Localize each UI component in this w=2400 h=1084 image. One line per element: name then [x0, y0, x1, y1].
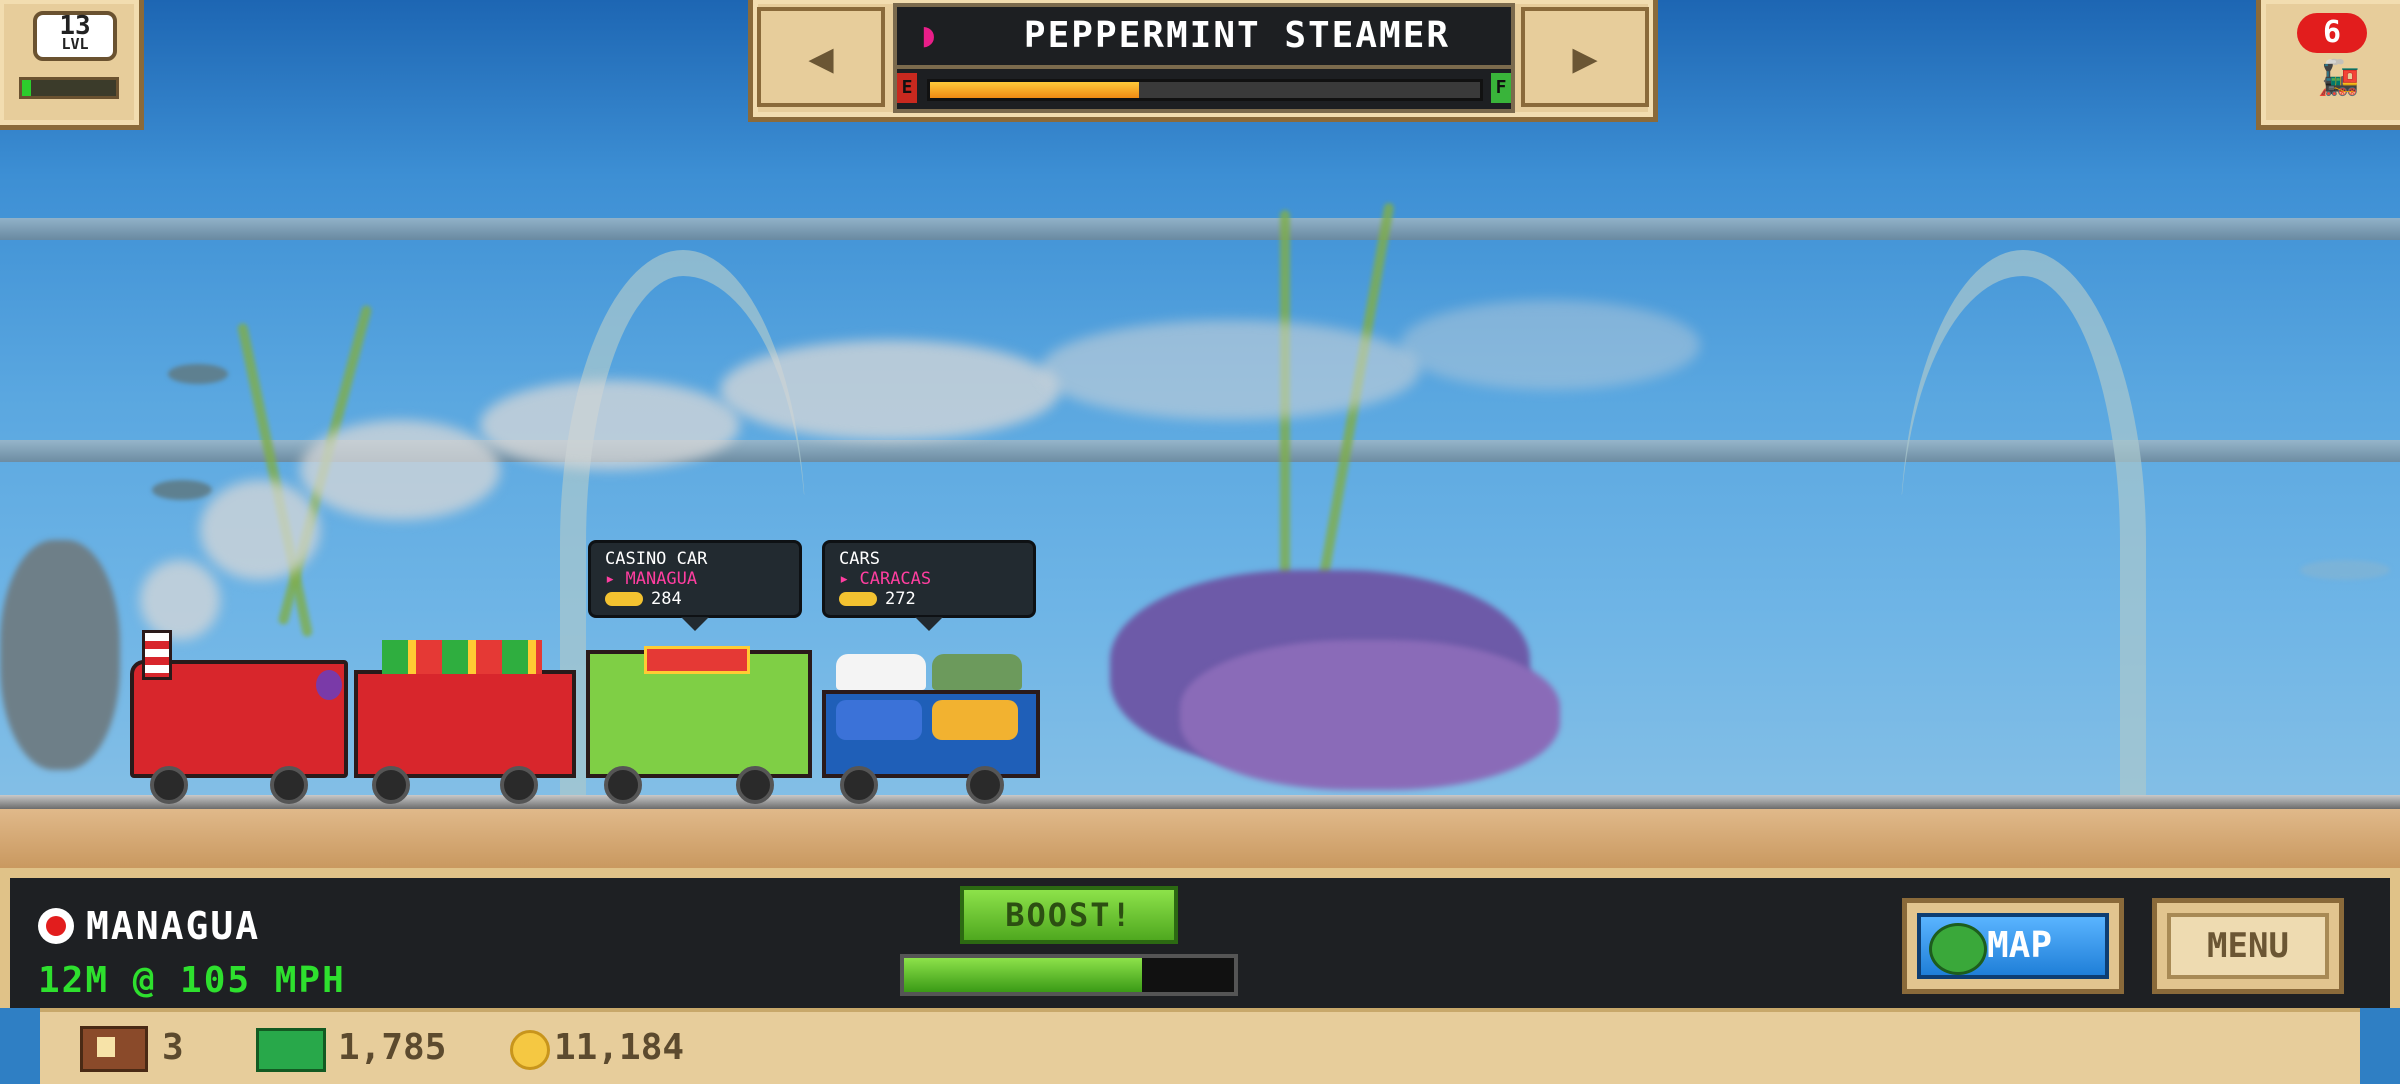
car-cargo [836, 654, 926, 690]
fuel-fill [930, 82, 1139, 98]
fuel-gauge: E F [893, 65, 1515, 113]
wheel [604, 766, 642, 804]
level-badge: 13 LVL [33, 11, 117, 61]
fuel-track [927, 79, 1483, 101]
trains-panel[interactable]: 6 🚂 [2256, 0, 2400, 130]
fish [152, 480, 212, 500]
smoke [480, 380, 740, 470]
map-button-face: MAP [1917, 913, 2109, 979]
map-label: MAP [1987, 925, 2053, 966]
coral-reef [1180, 640, 1560, 790]
gift-car[interactable] [354, 670, 576, 778]
wheel [372, 766, 410, 804]
cash-count: 1,785 [338, 1027, 447, 1068]
smoke [300, 420, 500, 520]
gift-boxes [382, 640, 542, 674]
crates-count: 3 [162, 1027, 184, 1068]
coin-stack-icon [605, 592, 643, 606]
prev-train-button[interactable]: ◀ [757, 7, 885, 107]
rock [0, 540, 120, 770]
boost-meter-fill [904, 958, 1142, 992]
car-cargo [932, 654, 1022, 690]
fuel-empty-label: E [897, 73, 917, 103]
level-label: LVL [61, 35, 89, 53]
glass-tunnel-top [0, 218, 2400, 240]
wheel [840, 766, 878, 804]
train[interactable] [120, 630, 1050, 804]
train-name-box: ◗ PEPPERMINT STEAMER [893, 3, 1515, 69]
cash-icon [256, 1028, 326, 1072]
boost-meter [900, 954, 1238, 996]
car-cargo [836, 700, 922, 740]
car-destination-row: ▸ MANAGUA [605, 569, 698, 589]
car-value: 284 [651, 589, 682, 609]
speed-readout: 12M @ 105 MPH [38, 960, 346, 1001]
xp-bar [19, 77, 119, 99]
chevron-left-icon: ◀ [808, 32, 834, 82]
map-button[interactable]: MAP [1902, 898, 2124, 994]
globe-icon [1929, 923, 1987, 975]
wheel [150, 766, 188, 804]
car-destination: CARACAS [859, 569, 932, 589]
chevron-right-icon: ▶ [1572, 32, 1598, 82]
status-hud: MANAGUA 12M @ 105 MPH BOOST! MAP MENU [0, 868, 2400, 1008]
engineer [316, 670, 342, 700]
smoke [200, 480, 320, 580]
next-train-button[interactable]: ▶ [1521, 7, 1649, 107]
fuel-full-label: F [1491, 73, 1511, 103]
smoke [1040, 320, 1420, 420]
coin-stack-icon [839, 592, 877, 606]
boost-button[interactable]: BOOST! [960, 886, 1178, 944]
car-type-label: CARS [839, 549, 880, 569]
tunnel-arch [1900, 250, 2146, 836]
train-type-icon: ◗ [918, 15, 940, 55]
smoke [140, 560, 220, 640]
wheel [736, 766, 774, 804]
coins-count: 11,184 [554, 1027, 685, 1068]
train-icon: 🚂 [2317, 58, 2361, 98]
ground [0, 809, 2400, 869]
car-value-row: 284 [605, 589, 785, 609]
car-cargo [932, 700, 1018, 740]
xp-bar-fill [22, 80, 32, 96]
station-marker-icon [38, 908, 74, 944]
resource-bar: 3 1,785 11,184 [40, 1008, 2360, 1084]
current-station: MANAGUA [86, 904, 261, 948]
car-destination: MANAGUA [625, 569, 698, 589]
car-tooltip-casino[interactable]: CASINO CAR ▸ MANAGUA 284 [588, 540, 802, 631]
fish [168, 364, 228, 384]
car-destination-row: ▸ CARACAS [839, 569, 932, 589]
wheel [270, 766, 308, 804]
coin-icon [510, 1030, 550, 1070]
train-selector: ◀ ▶ ◗ PEPPERMINT STEAMER E F [748, 0, 1658, 122]
wheel [500, 766, 538, 804]
smokestack [142, 630, 172, 680]
car-type-label: CASINO CAR [605, 549, 708, 569]
casino-sign [644, 646, 750, 674]
car-tooltip-cars[interactable]: CARS ▸ CARACAS 272 [822, 540, 1036, 631]
car-value-row: 272 [839, 589, 1019, 609]
smoke [1400, 300, 1700, 390]
trains-count-badge: 6 [2297, 13, 2367, 53]
crate-icon [80, 1026, 148, 1072]
menu-button[interactable]: MENU [2152, 898, 2344, 994]
car-value: 272 [885, 589, 916, 609]
wheel [966, 766, 1004, 804]
menu-label: MENU [2167, 913, 2329, 979]
smoke [720, 340, 1060, 440]
shark [2300, 560, 2390, 580]
train-name: PEPPERMINT STEAMER [1023, 15, 1451, 56]
level-panel[interactable]: 13 LVL [0, 0, 144, 130]
